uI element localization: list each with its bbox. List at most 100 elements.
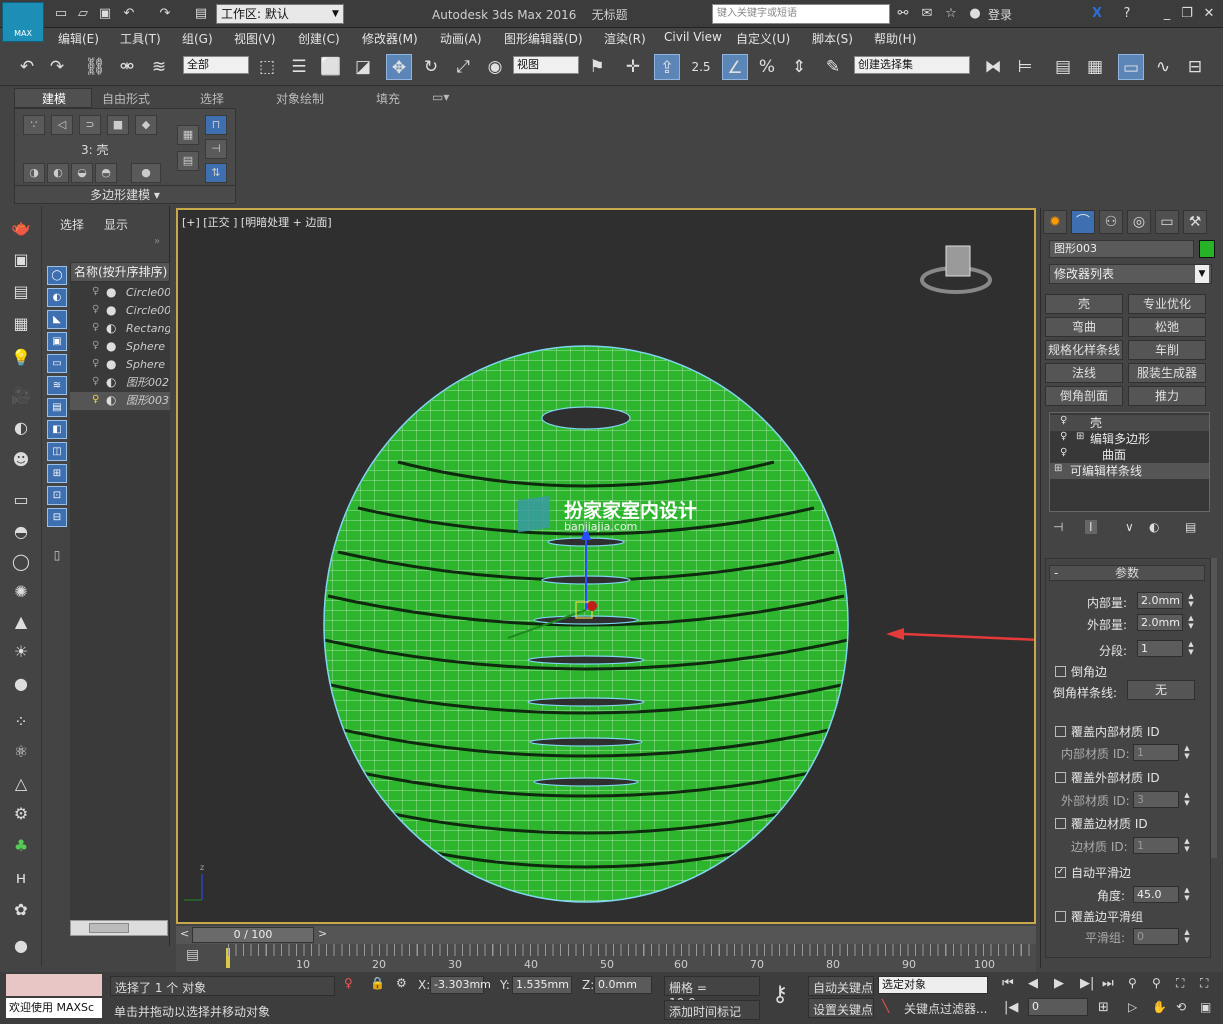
rect-selection-icon[interactable]: ⬜ [318,54,344,80]
subscription-icon[interactable]: ✉ [918,5,936,23]
redo-icon[interactable]: ↷ [44,54,70,80]
hair-icon[interactable]: ʜ [8,866,34,890]
auto-key-button[interactable]: 自动关键点 [808,976,874,996]
menu-rendering[interactable]: 渲染(R) [604,30,646,47]
spinner-snap-icon[interactable]: ⇕ [786,54,812,80]
grass-icon[interactable]: ♣ [8,834,34,858]
grid-icon[interactable]: ▦ [8,312,34,336]
menu-tools[interactable]: 工具(T) [120,30,161,47]
modify-mode-icon[interactable]: ◑ [23,163,45,183]
make-unique-icon[interactable]: ∨ [1125,520,1134,534]
viewport-front[interactable]: [+] [正交 ] [明暗处理 + 边面] z 扮家家室内设计 banjiaji… [176,208,1036,924]
menu-graph-editors[interactable]: 图形编辑器(D) [504,30,583,47]
modifier-bevel-profile-button[interactable]: 倒角剖面 [1045,386,1123,406]
pin-stack-icon[interactable]: ⊣ [205,139,227,159]
utilities-tab-icon[interactable]: ⚒ [1183,210,1207,234]
document-icon[interactable]: ▯ [47,548,67,567]
maxscript-listener[interactable]: 欢迎使用 MAXSc [6,974,102,1020]
scene-item[interactable]: Circle00 [70,302,170,320]
molecule-icon[interactable]: ⚛ [8,740,34,764]
parameters-rollout-header[interactable]: - 参数 [1049,565,1205,581]
inner-matid-spinner[interactable]: ▲ ▼ [1182,744,1192,761]
scene-item[interactable]: Sphere [70,338,170,356]
inner-matid-field[interactable]: 1 [1133,744,1179,761]
snap-toggle-icon[interactable]: 2.5 [688,54,714,80]
menu-edit[interactable]: 编辑(E) [58,30,99,47]
inner-amount-field[interactable]: 2.0mm [1137,592,1183,609]
character-icon[interactable]: ☻ [8,448,34,472]
material-editor-icon[interactable]: ▤ [8,280,34,304]
angle-field[interactable]: 45.0 [1133,886,1179,903]
make-unique-icon[interactable]: ⇅ [205,163,227,183]
new-file-icon[interactable]: ▭ [52,5,70,23]
gear-icon[interactable]: ⚙ [8,802,34,826]
tab-populate[interactable]: 填充 [376,90,400,107]
exchange-icon[interactable]: X [1088,5,1106,23]
sound-icon[interactable]: ◐ [8,416,34,440]
schematic-view-icon[interactable]: ⊟ [1182,54,1208,80]
isolate-icon[interactable]: ♀ [344,976,353,990]
ribbon-options-icon[interactable]: ▭▾ [432,90,449,104]
stack-item-shell[interactable]: 壳 [1050,415,1209,431]
project-folder-icon[interactable]: ▤ [192,5,210,23]
ignore-backfacing-icon[interactable]: ◓ [95,163,117,183]
shell-sphere-object[interactable] [318,340,858,910]
maxscript-input[interactable] [6,974,102,996]
prev-frame-icon[interactable]: ◀ [1028,976,1038,991]
next-frame-icon[interactable]: ▶| [1080,976,1094,991]
bind-spacewarp-icon[interactable]: ≋ [146,54,172,80]
time-config-icon[interactable]: ⊞ [1098,1000,1109,1015]
select-place-icon[interactable]: ◉ [482,54,508,80]
sun-icon[interactable]: ☀ [8,640,34,664]
align-icon[interactable]: ⊨ [1012,54,1038,80]
stack-item-edit-poly[interactable]: 编辑多边形 [1050,431,1209,447]
menu-scripting[interactable]: 脚本(S) [812,30,853,47]
filter-all-icon[interactable]: ⊞ [47,464,67,483]
light-bulb-icon[interactable]: ♀ [1060,431,1067,442]
cone-icon[interactable]: ▲ [8,610,34,634]
outer-amount-field[interactable]: 2.0mm [1137,614,1183,631]
preserve-uv-icon[interactable]: ◐ [47,163,69,183]
mirror-icon[interactable]: ⧓ [980,54,1006,80]
render-frame-icon[interactable]: ▣ [8,248,34,272]
expand-icon[interactable]: » [154,236,160,247]
display-tab-icon[interactable]: ▭ [1155,210,1179,234]
modifier-normal-button[interactable]: 法线 [1045,363,1123,383]
scene-item-selected[interactable]: 图形003 [70,392,170,410]
set-key-button[interactable]: 设置关键点 [808,998,874,1018]
copy-icon[interactable]: ▤ [177,151,199,171]
redo-icon[interactable]: ↷ [156,5,174,23]
manipulate-icon[interactable]: ✛ [620,54,646,80]
teapot-icon[interactable]: 🫖 [8,216,34,240]
tab-display[interactable]: 显示 [104,216,128,233]
inner-amount-spinner[interactable]: ▲ ▼ [1186,592,1196,609]
modifier-bend-button[interactable]: 弯曲 [1045,317,1123,337]
camera-icon[interactable]: 🎥 [8,384,34,408]
scene-item[interactable]: 图形002 [70,374,170,392]
light-bulb-icon[interactable]: ♀ [92,304,99,315]
segments-spinner[interactable]: ▲ ▼ [1186,640,1196,657]
scene-item[interactable]: Circle00 [70,284,170,302]
angle-snap-icon[interactable]: ∠ [722,54,748,80]
light-bulb-icon[interactable]: ♀ [1060,415,1067,426]
hierarchy-tab-icon[interactable]: ⚇ [1099,210,1123,234]
filter-spacewarps-icon[interactable]: ≋ [47,376,67,395]
scene-item[interactable]: Rectang [70,320,170,338]
menu-civil-view[interactable]: Civil View [664,30,722,44]
go-to-end-icon[interactable]: ⏭ [1102,976,1114,991]
outer-matid-spinner[interactable]: ▲ ▼ [1182,791,1192,808]
sphere-icon[interactable]: ● [8,672,34,696]
percent-snap-icon[interactable]: % [754,54,780,80]
modifier-pro-optimizer-button[interactable]: 专业优化 [1128,294,1206,314]
tab-freeform[interactable]: 自由形式 [102,90,150,107]
menu-modifiers[interactable]: 修改器(M) [362,30,418,47]
stack-item-surface[interactable]: 曲面 [1050,447,1209,463]
bevel-edges-checkbox[interactable] [1055,666,1066,677]
pyramid-icon[interactable]: △ [8,772,34,796]
link-icon[interactable]: ⛓ [82,54,108,80]
segments-field[interactable]: 1 [1137,640,1183,657]
bevel-spline-button[interactable]: 无 [1127,680,1195,700]
y-coord-field[interactable]: 1.535mm [512,976,572,994]
ring-icon[interactable]: ◯ [8,550,34,574]
filter-cameras-icon[interactable]: ▣ [47,332,67,351]
